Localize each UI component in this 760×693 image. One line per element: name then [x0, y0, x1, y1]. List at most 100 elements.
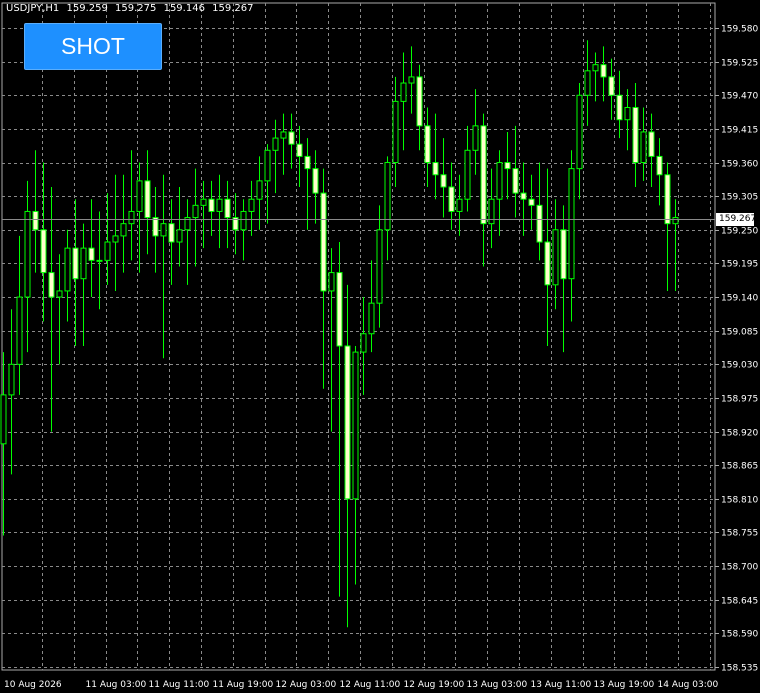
candle-body-bear	[288, 131, 295, 145]
candle-body-bull	[472, 125, 479, 151]
candle-body-bull	[0, 394, 7, 445]
candle-body-bear	[440, 174, 447, 188]
candle-body-bear	[296, 143, 303, 157]
candle-body-bull	[8, 363, 15, 396]
x-tick-label: 12 Aug 03:00	[276, 680, 337, 690]
candle-body-bear	[88, 247, 95, 261]
candle-body-bull	[488, 198, 495, 225]
candle-body-bear	[528, 198, 535, 206]
y-tick-label: 159.305	[721, 193, 758, 203]
y-tick-label: 158.865	[721, 462, 758, 472]
candle-body-bear	[152, 217, 159, 237]
candle-body-bull	[264, 149, 271, 182]
candle-body-bull	[568, 168, 575, 280]
candle-body-bull	[280, 131, 287, 139]
candle-body-bull	[240, 210, 247, 231]
candle-body-bull	[24, 210, 31, 298]
x-tick-label: 13 Aug 11:00	[531, 680, 592, 690]
y-tick-label: 159.525	[721, 59, 758, 69]
candle-body-bull	[352, 351, 359, 500]
candle-body-bull	[552, 229, 559, 286]
candle-body-bull	[64, 247, 71, 292]
low-value: 159.146	[163, 3, 205, 14]
candle-body-bull	[104, 241, 111, 261]
candle-body-bull	[592, 64, 599, 72]
y-tick-label: 158.920	[721, 429, 758, 439]
candle-body-bear	[480, 125, 487, 225]
candle-body-bear	[336, 272, 343, 347]
x-tick-label: 14 Aug 03:00	[658, 680, 719, 690]
candle-body-bear	[608, 76, 615, 96]
y-tick-label: 159.360	[721, 160, 758, 170]
y-tick-label: 159.415	[721, 126, 758, 136]
candle-body-bull	[624, 106, 631, 121]
candle-body-bull	[128, 210, 135, 225]
shot-button[interactable]: SHOT	[24, 23, 162, 70]
candle-body-bear	[416, 76, 423, 127]
plot-frame	[1, 2, 716, 671]
y-tick-label: 158.535	[721, 664, 758, 674]
y-tick-label: 159.195	[721, 260, 758, 270]
candle-body-bull	[176, 229, 183, 243]
candle-body-bear	[432, 162, 439, 176]
candle-body-bear	[40, 229, 47, 274]
y-tick-label: 158.755	[721, 529, 758, 539]
current-price-label: 159.267	[716, 212, 756, 226]
candle-body-bull	[16, 296, 23, 365]
x-tick-label: 12 Aug 19:00	[404, 680, 465, 690]
candle-body-bull	[368, 302, 375, 335]
candle-body-bull	[56, 290, 63, 298]
candle-body-bear	[536, 204, 543, 243]
candle-body-bear	[544, 241, 551, 286]
candle-body-bear	[560, 229, 567, 280]
candle-body-bull	[136, 180, 143, 212]
candle-body-bull	[464, 149, 471, 200]
x-tick-label: 11 Aug 19:00	[213, 680, 274, 690]
x-tick-label: 12 Aug 11:00	[340, 680, 401, 690]
candle-body-bull	[376, 229, 383, 304]
candle-body-bull	[80, 247, 87, 280]
candle-body-bear	[616, 94, 623, 121]
candle-body-bull	[400, 82, 407, 102]
high-value: 159.275	[115, 3, 157, 14]
candle-body-bear	[320, 192, 327, 292]
candle-body-bull	[120, 223, 127, 237]
candle-body-bull	[200, 198, 207, 206]
candle-body-bull	[112, 235, 119, 243]
candle-body-bull	[672, 217, 679, 225]
candle-body-bull	[328, 272, 335, 292]
candle-body-bear	[208, 198, 215, 212]
y-tick-label: 159.580	[721, 25, 758, 35]
candle-body-bear	[168, 223, 175, 243]
candle-body-bear	[520, 192, 527, 200]
candle-body-bull	[408, 76, 415, 84]
y-tick-label: 159.085	[721, 328, 758, 338]
chart-header: USDJPY,H1 159.259 159.275 159.146 159.26…	[6, 3, 257, 14]
symbol-label: USDJPY,H1	[6, 3, 60, 14]
candle-body-bull	[576, 94, 583, 170]
y-tick-label: 158.810	[721, 496, 758, 506]
candle-body-bull	[360, 333, 367, 353]
y-tick-label: 159.470	[721, 92, 758, 102]
candle-body-bear	[344, 345, 351, 500]
candle-body-bear	[48, 272, 55, 298]
candle-body-bull	[96, 259, 103, 262]
y-tick-label: 159.250	[721, 227, 758, 237]
y-tick-label: 159.030	[721, 361, 758, 371]
x-tick-label: 13 Aug 03:00	[467, 680, 528, 690]
candle-body-bull	[160, 223, 167, 237]
candle-body-bear	[512, 168, 519, 194]
candle-body-bear	[72, 247, 79, 280]
candle-body-bull	[216, 198, 223, 212]
x-tick-label: 13 Aug 19:00	[594, 680, 655, 690]
candle-body-bear	[32, 210, 39, 231]
candle-body-bear	[656, 155, 663, 176]
candle-body-bear	[424, 125, 431, 164]
candle-body-bear	[304, 155, 311, 170]
candle-body-bear	[632, 106, 639, 164]
candle-body-bear	[448, 186, 455, 212]
candle-body-bear	[224, 198, 231, 219]
x-tick-label: 10 Aug 2026	[4, 680, 62, 690]
candle-body-bull	[272, 137, 279, 151]
candle-body-bull	[192, 204, 199, 219]
